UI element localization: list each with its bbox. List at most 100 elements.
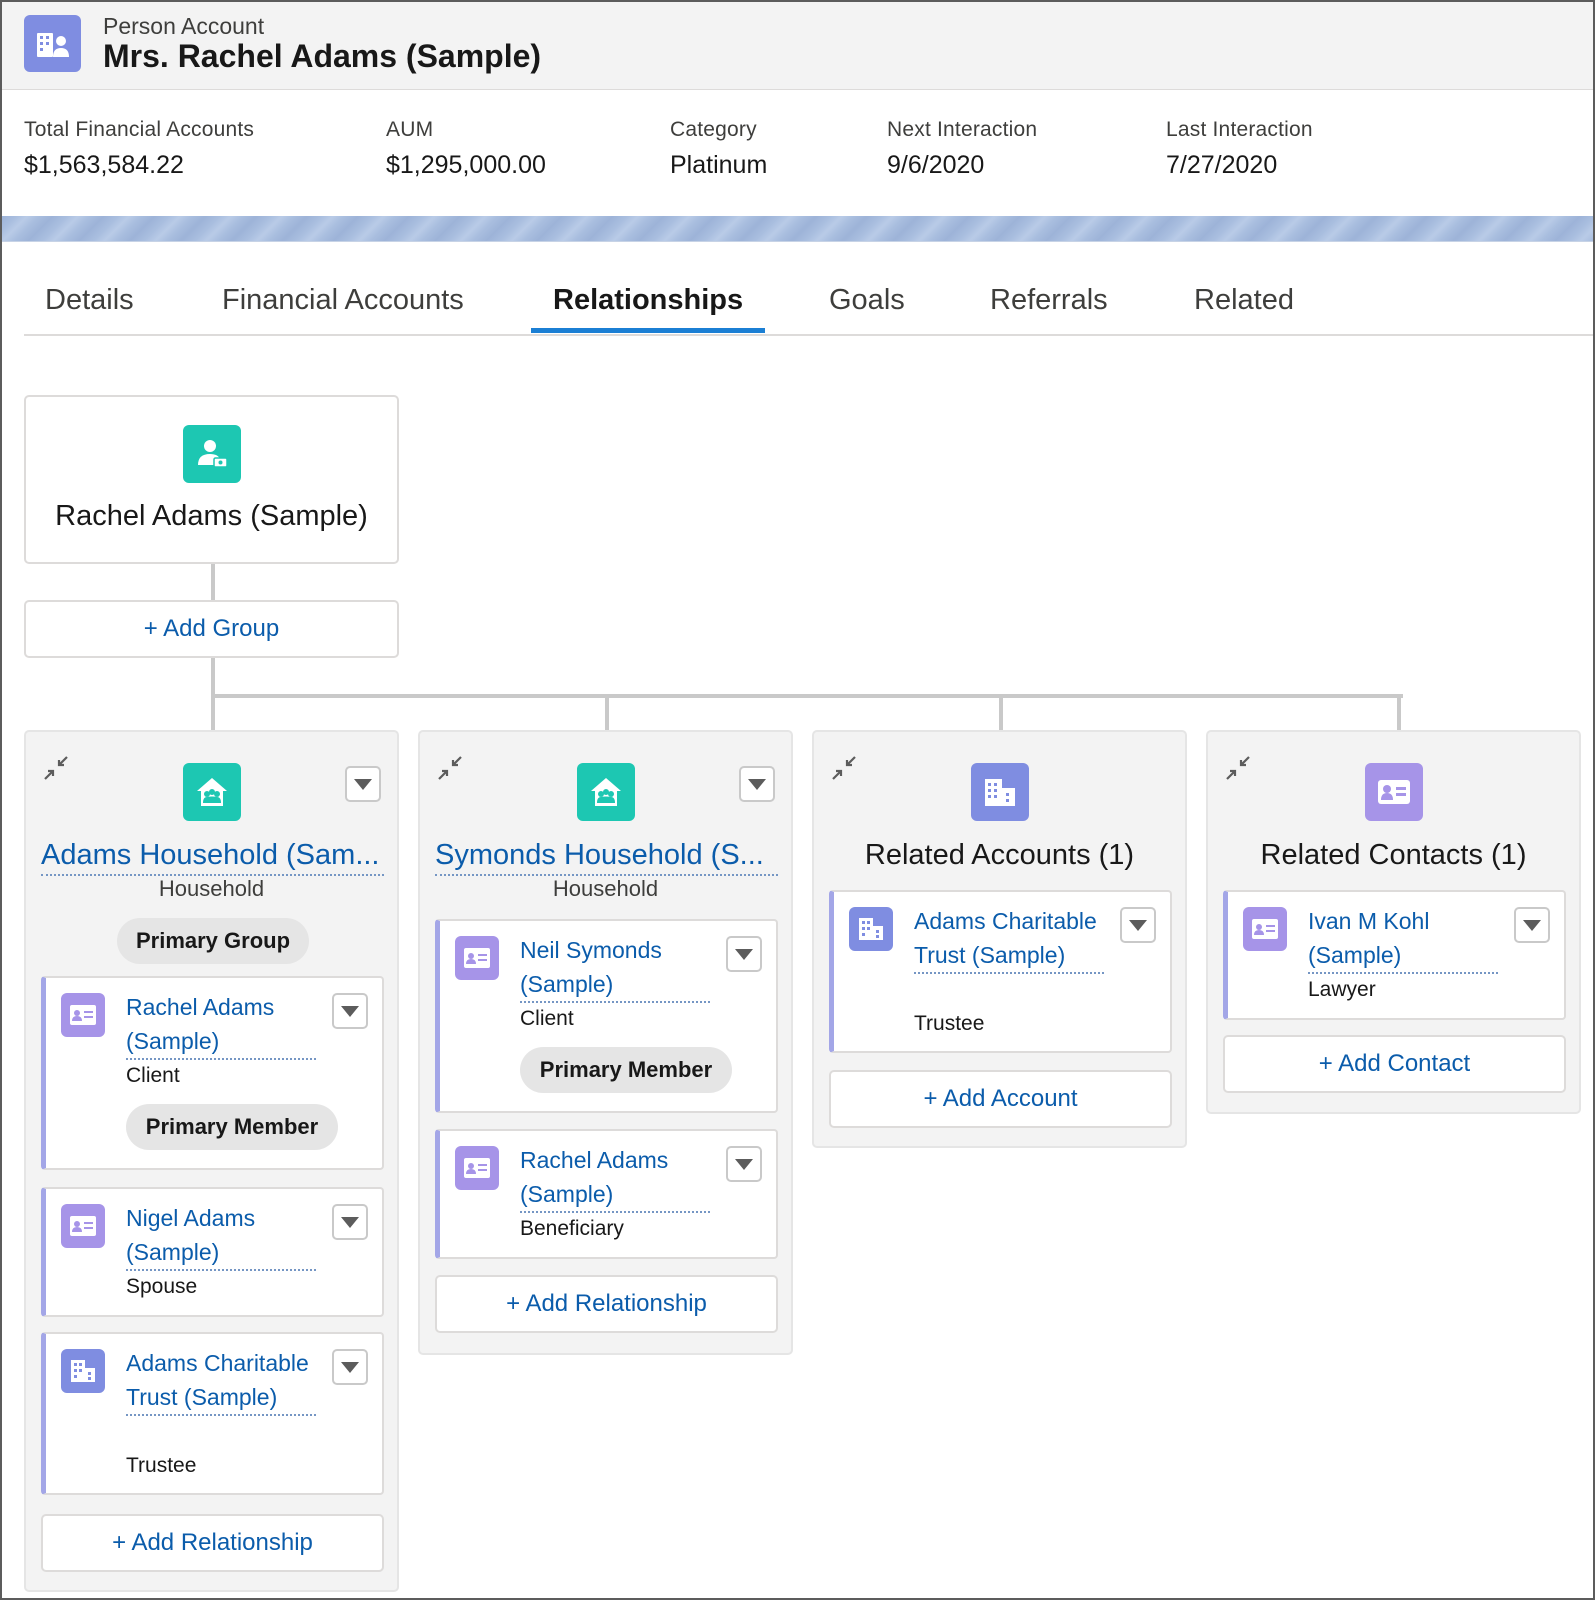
connector-line <box>211 564 215 600</box>
member-card: Rachel Adams (Sample) Client Primary Mem… <box>41 976 384 1170</box>
group-type-label: Household <box>552 876 659 901</box>
highlight-last-interaction: Last Interaction 7/27/2020 <box>1166 118 1313 180</box>
tab-goals[interactable]: Goals <box>829 284 905 317</box>
highlight-value: 9/6/2020 <box>887 151 985 179</box>
member-menu-button[interactable] <box>726 936 762 972</box>
member-menu-button[interactable] <box>332 993 368 1029</box>
member-menu-button[interactable] <box>332 1349 368 1385</box>
member-menu-button[interactable] <box>1120 907 1156 943</box>
tab-relationships[interactable]: Relationships <box>553 284 743 317</box>
member-name-link[interactable]: Nigel Adams (Sample) <box>126 1201 316 1271</box>
record-title: Mrs. Rachel Adams (Sample) <box>103 38 542 74</box>
highlights-panel: Total Financial Accounts $1,563,584.22 A… <box>2 90 1593 216</box>
primary-member-badge: Primary Member <box>126 1104 338 1150</box>
chevron-down-icon <box>341 1216 359 1228</box>
person-account-page: Person Account Mrs. Rachel Adams (Sample… <box>0 0 1595 1600</box>
member-role: Trustee <box>126 1454 197 1477</box>
highlight-label: AUM <box>386 118 434 141</box>
group-column-adams-household: Adams Household (Sam... Household Primar… <box>24 730 399 1592</box>
highlight-total-financial-accounts: Total Financial Accounts $1,563,584.22 <box>24 118 254 180</box>
person-account-icon <box>24 15 81 72</box>
column-title: Related Contacts (1) <box>1260 839 1527 871</box>
column-menu-button[interactable] <box>345 766 381 802</box>
member-name-link[interactable]: Adams Charitable Trust (Sample) <box>126 1346 316 1416</box>
root-person-name: Rachel Adams (Sample) <box>55 500 368 532</box>
collapse-icon[interactable] <box>42 754 70 782</box>
contact-card-icon <box>455 1146 499 1190</box>
contact-card: Ivan M Kohl (Sample) Lawyer <box>1223 890 1566 1020</box>
group-name-link[interactable]: Adams Household (Sam... <box>41 837 384 876</box>
add-relationship-button[interactable]: + Add Relationship <box>435 1275 778 1333</box>
tab-financial-accounts[interactable]: Financial Accounts <box>222 284 464 317</box>
record-type-label: Person Account <box>103 13 265 39</box>
member-role: Client <box>520 1007 574 1030</box>
member-menu-button[interactable] <box>332 1204 368 1240</box>
related-accounts-column: Related Accounts (1) Adams Charitable Tr… <box>812 730 1187 1148</box>
related-contacts-column: Related Contacts (1) Ivan M Kohl (Sample… <box>1206 730 1581 1114</box>
column-menu-button[interactable] <box>739 766 775 802</box>
member-name-link[interactable]: Adams Charitable Trust (Sample) <box>914 904 1104 974</box>
tab-details[interactable]: Details <box>45 284 134 317</box>
root-person-card: Rachel Adams (Sample) <box>24 395 399 564</box>
member-name-link[interactable]: Rachel Adams (Sample) <box>126 990 316 1060</box>
household-icon <box>183 763 241 821</box>
member-name-link[interactable]: Neil Symonds (Sample) <box>520 933 710 1003</box>
chevron-down-icon <box>1523 919 1541 931</box>
primary-group-badge: Primary Group <box>117 918 309 964</box>
highlight-label: Last Interaction <box>1166 118 1313 141</box>
account-card: Adams Charitable Trust (Sample) Trustee <box>829 890 1172 1053</box>
highlight-label: Category <box>670 118 757 141</box>
member-role: Client <box>126 1064 180 1087</box>
decorative-banner <box>2 216 1593 242</box>
highlight-value: Platinum <box>670 151 768 179</box>
group-name-link[interactable]: Symonds Household (S... <box>435 837 778 876</box>
household-icon <box>577 763 635 821</box>
tab-related[interactable]: Related <box>1194 284 1294 317</box>
active-tab-indicator <box>531 328 765 333</box>
highlight-value: $1,295,000.00 <box>386 151 546 179</box>
member-role: Trustee <box>914 1012 985 1035</box>
add-account-button[interactable]: + Add Account <box>829 1070 1172 1128</box>
member-role: Beneficiary <box>520 1217 624 1240</box>
highlight-next-interaction: Next Interaction 9/6/2020 <box>887 118 1037 180</box>
chevron-down-icon <box>1129 919 1147 931</box>
highlight-category: Category Platinum <box>670 118 767 180</box>
group-type-label: Household <box>158 876 265 901</box>
column-title: Related Accounts (1) <box>864 839 1135 871</box>
collapse-icon[interactable] <box>436 754 464 782</box>
connector-line <box>1397 694 1401 730</box>
contact-card-icon <box>455 936 499 980</box>
member-card: Rachel Adams (Sample) Beneficiary <box>435 1129 778 1259</box>
add-relationship-button[interactable]: + Add Relationship <box>41 1514 384 1572</box>
chevron-down-icon <box>735 1158 753 1170</box>
member-role: Lawyer <box>1308 978 1376 1001</box>
chevron-down-icon <box>735 948 753 960</box>
add-contact-button[interactable]: + Add Contact <box>1223 1035 1566 1093</box>
person-icon <box>183 425 241 483</box>
member-role: Spouse <box>126 1275 198 1298</box>
member-name-link[interactable]: Ivan M Kohl (Sample) <box>1308 904 1498 974</box>
highlight-aum: AUM $1,295,000.00 <box>386 118 546 180</box>
contact-card-icon <box>61 1204 105 1248</box>
add-group-button[interactable]: + Add Group <box>24 600 399 658</box>
highlight-label: Total Financial Accounts <box>24 118 255 141</box>
highlight-value: 7/27/2020 <box>1166 151 1278 179</box>
highlight-value: $1,563,584.22 <box>24 151 184 179</box>
connector-line <box>211 694 1403 698</box>
building-icon <box>971 763 1029 821</box>
tab-bar: Details Financial Accounts Relationships… <box>24 242 1593 336</box>
collapse-icon[interactable] <box>1224 754 1252 782</box>
tab-referrals[interactable]: Referrals <box>990 284 1108 317</box>
connector-line <box>605 694 609 730</box>
chevron-down-icon <box>354 778 372 790</box>
member-name-link[interactable]: Rachel Adams (Sample) <box>520 1143 710 1213</box>
member-menu-button[interactable] <box>726 1146 762 1182</box>
chevron-down-icon <box>341 1361 359 1373</box>
record-header: Person Account Mrs. Rachel Adams (Sample… <box>2 2 1593 90</box>
building-icon <box>61 1349 105 1393</box>
contact-card-icon <box>1243 907 1287 951</box>
contact-card-icon <box>61 993 105 1037</box>
member-menu-button[interactable] <box>1514 907 1550 943</box>
highlight-label: Next Interaction <box>887 118 1038 141</box>
collapse-icon[interactable] <box>830 754 858 782</box>
